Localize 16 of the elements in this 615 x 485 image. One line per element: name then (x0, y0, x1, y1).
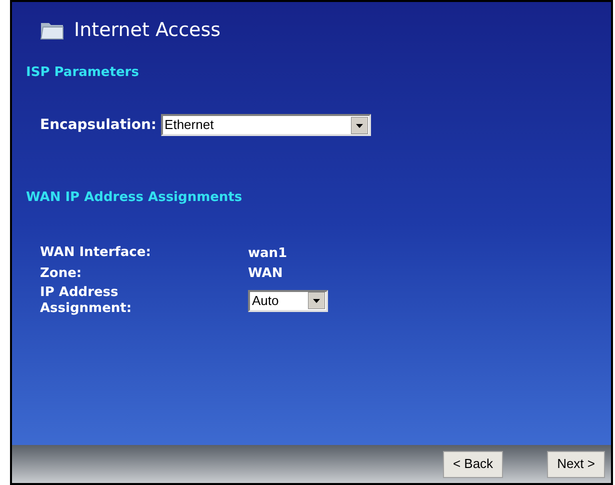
section-heading: ISP Parameters (26, 64, 139, 82)
encapsulation-dropdown[interactable]: Ethernet (160, 114, 371, 136)
caret-icon (350, 116, 368, 134)
next-button[interactable]: Next > (547, 450, 605, 478)
field-label: IP Address Assignment: (40, 284, 133, 316)
field-value: wan1 (248, 244, 288, 262)
section-heading: WAN IP Address Assignments (26, 189, 242, 207)
field-label: WAN Interface: (40, 245, 152, 262)
field-label: Zone: (40, 266, 83, 282)
back-button[interactable]: < Back (442, 450, 504, 478)
caret-icon (308, 292, 325, 309)
page-title: Internet Access (74, 18, 221, 43)
assignment-dropdown[interactable]: Auto (248, 290, 328, 312)
folder-icon (40, 20, 64, 40)
field-label: Encapsulation: (40, 116, 157, 134)
field-value: WAN (248, 265, 284, 283)
